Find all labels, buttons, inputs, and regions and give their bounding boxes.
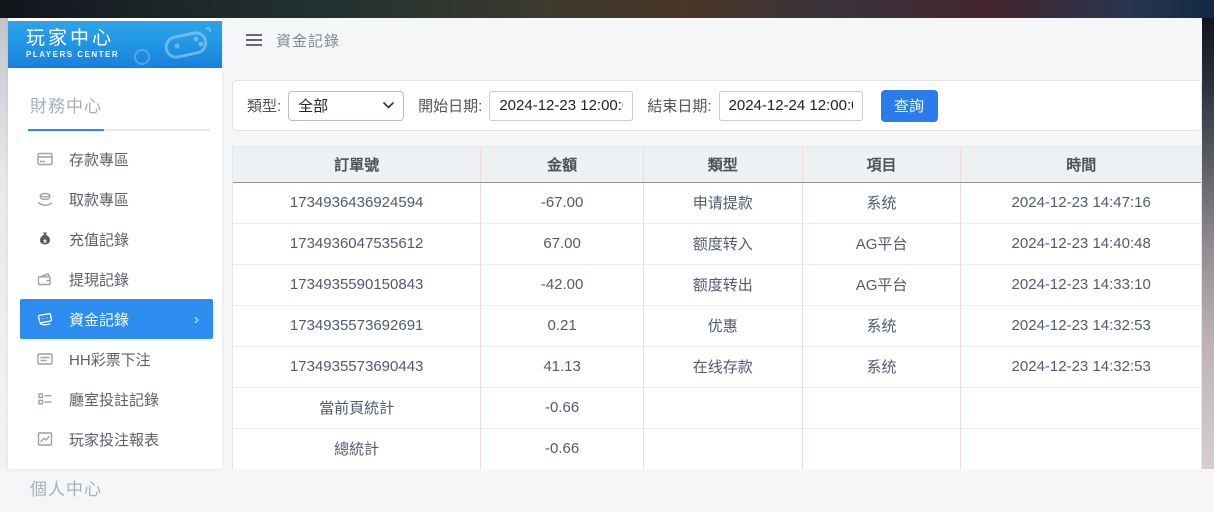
cell-item — [802, 387, 962, 429]
cell-time: 2024-12-23 14:33:10 — [960, 264, 1201, 306]
table-row: 1734935573692691 0.21 优惠 系统 2024-12-23 1… — [233, 305, 1201, 347]
cell-order-no: 1734935573692691 — [233, 305, 482, 347]
cell-item: 系统 — [802, 182, 962, 224]
search-button[interactable]: 查詢 — [880, 89, 938, 122]
table-row: 1734936436924594 -67.00 申请提款 系统 2024-12-… — [233, 182, 1201, 224]
table-row: 1734935573690443 41.13 在线存款 系统 2024-12-2… — [233, 346, 1201, 388]
cell-item: AG平台 — [802, 264, 962, 306]
report-chart-icon — [36, 430, 54, 448]
breadcrumb: 資金記錄 — [276, 32, 341, 50]
hamburger-icon[interactable] — [242, 30, 266, 50]
sidebar-item-hh-lottery-bets[interactable]: HH彩票下注 — [20, 339, 213, 379]
cell-type: 额度转入 — [643, 223, 803, 265]
sidebar-item-label: 提現記錄 — [69, 271, 130, 289]
table-row: 1734936047535612 67.00 额度转入 AG平台 2024-12… — [233, 223, 1201, 265]
sidebar-item-label: 充值記錄 — [69, 231, 130, 249]
sidebar-item-label: 取款專區 — [69, 191, 130, 209]
cell-summary-label: 當前頁統計 — [233, 387, 482, 429]
section-title-finance: 財務中心 — [30, 97, 102, 116]
table-row: 1734935590150843 -42.00 额度转出 AG平台 2024-1… — [233, 264, 1201, 306]
sidebar-item-label: 存款專區 — [69, 151, 130, 169]
room-bet-list-icon — [36, 390, 54, 408]
cell-time: 2024-12-23 14:32:53 — [960, 305, 1201, 347]
gamepad-icon — [160, 25, 212, 61]
funds-records-table-panel: 訂單號 金額 類型 項目 時間 1734936436924594 -67.00 … — [232, 146, 1202, 469]
start-date-label: 開始日期: — [418, 98, 483, 115]
sidebar-item-deposit-zone[interactable]: 存款專區 — [20, 139, 213, 179]
cell-amount: -0.66 — [480, 387, 644, 429]
cell-time — [960, 387, 1201, 429]
cell-amount: 67.00 — [480, 223, 644, 265]
sidebar-item-player-bet-report[interactable]: 玩家投注報表 — [20, 419, 213, 459]
type-select-value: 全部 — [298, 98, 329, 115]
cell-time: 2024-12-23 14:40:48 — [960, 223, 1201, 265]
column-header-time: 時間 — [960, 147, 1201, 183]
sidebar-item-withdraw-zone[interactable]: 取款專區 — [20, 179, 213, 219]
cell-item — [802, 428, 962, 469]
start-date-input[interactable] — [489, 90, 634, 121]
sidebar-item-recharge-records[interactable]: 充值記錄 — [20, 219, 213, 259]
desktop-background-left — [0, 18, 8, 469]
cell-order-no: 1734935573690443 — [233, 346, 482, 388]
cell-type — [643, 387, 803, 429]
section-divider — [28, 129, 210, 131]
cell-type: 申请提款 — [643, 182, 803, 224]
cell-type: 在线存款 — [643, 346, 803, 388]
sidebar-item-room-bet-records[interactable]: 廳室投註記錄 — [20, 379, 213, 419]
column-header-type: 類型 — [643, 147, 803, 183]
column-header-order-no: 訂單號 — [233, 147, 482, 183]
column-header-amount: 金額 — [480, 147, 644, 183]
chevron-down-icon — [383, 102, 394, 109]
section-title-personal: 個人中心 — [30, 480, 102, 499]
funds-records-table: 訂單號 金額 類型 項目 時間 1734936436924594 -67.00 … — [233, 147, 1201, 469]
cell-amount: 41.13 — [480, 346, 644, 388]
type-select[interactable]: 全部 — [288, 90, 405, 121]
cell-amount: -67.00 — [480, 182, 644, 224]
cell-type: 额度转出 — [643, 264, 803, 306]
sidebar-item-label: 玩家投注報表 — [69, 431, 160, 449]
topbar: 資金記錄 — [232, 18, 1202, 62]
sidebar-item-label: HH彩票下注 — [69, 351, 151, 369]
cell-order-no: 1734936047535612 — [233, 223, 482, 265]
funds-ticket-icon — [36, 310, 54, 328]
cell-item: AG平台 — [802, 223, 962, 265]
table-summary-row-page: 當前頁統計 -0.66 — [233, 387, 1201, 429]
cell-time: 2024-12-23 14:32:53 — [960, 346, 1201, 388]
cell-order-no: 1734935590150843 — [233, 264, 482, 306]
desktop-background-top — [0, 0, 1214, 18]
cell-type — [643, 428, 803, 469]
cell-amount: 0.21 — [480, 305, 644, 347]
wallet-icon — [36, 270, 54, 288]
bubble-decoration — [134, 49, 150, 65]
cell-item: 系统 — [802, 346, 962, 388]
sidebar-item-funds-records[interactable]: 資金記錄 › — [20, 299, 213, 339]
withdraw-hand-icon — [36, 190, 54, 208]
chevron-right-icon: › — [194, 310, 199, 328]
table-header-row: 訂單號 金額 類型 項目 時間 — [233, 147, 1201, 183]
end-date-input[interactable] — [718, 90, 863, 121]
sidebar-item-withdrawal-records[interactable]: 提現記錄 — [20, 259, 213, 299]
type-label: 類型: — [247, 98, 282, 115]
filter-panel: 類型: 全部 開始日期: 結束日期: 查詢 — [232, 80, 1202, 131]
moneybag-icon — [36, 230, 54, 248]
cell-item: 系统 — [802, 305, 962, 347]
column-header-item: 項目 — [802, 147, 962, 183]
deposit-card-icon — [36, 150, 54, 168]
end-date-label: 結束日期: — [647, 98, 712, 115]
sidebar-item-label: 廳室投註記錄 — [69, 391, 160, 409]
cell-type: 优惠 — [643, 305, 803, 347]
cell-amount: -42.00 — [480, 264, 644, 306]
sidebar-item-label: 資金記錄 — [69, 311, 130, 329]
brand-header: 玩家中心 PLAYERS CENTER — [8, 21, 222, 68]
desktop-background-right — [1202, 18, 1214, 469]
cell-summary-label: 總統計 — [233, 428, 482, 469]
lottery-list-icon — [36, 350, 54, 368]
cell-time: 2024-12-23 14:47:16 — [960, 182, 1201, 224]
sidebar: 玩家中心 PLAYERS CENTER 財務中心 存款專區 取款專區 充值記錄 … — [8, 18, 222, 499]
cell-order-no: 1734936436924594 — [233, 182, 482, 224]
table-summary-row-total: 總統計 -0.66 — [233, 428, 1201, 469]
cell-time — [960, 428, 1201, 469]
cell-amount: -0.66 — [480, 428, 644, 469]
